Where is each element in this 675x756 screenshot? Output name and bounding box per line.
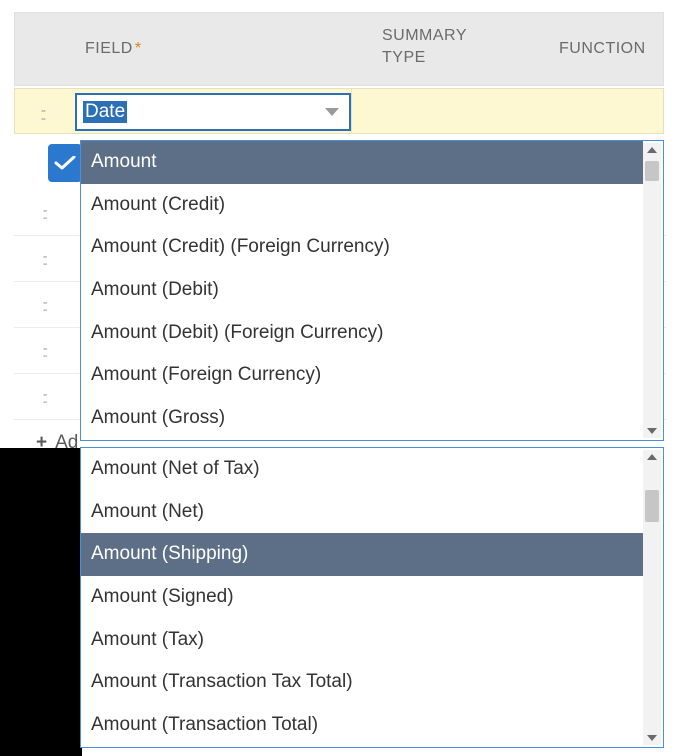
drag-handle-icon[interactable]: :: (42, 204, 45, 224)
dropdown-option[interactable]: Amount (81, 141, 643, 184)
dropdown-option[interactable]: Amount (Net) (81, 491, 643, 534)
dropdown-option[interactable]: Amount (Signed) (81, 576, 643, 619)
drag-handle-icon[interactable]: :: (42, 342, 45, 362)
scrollbar[interactable] (643, 143, 661, 438)
dropdown-option[interactable]: Amount (Debit) (Foreign Currency) (81, 312, 643, 355)
field-options-list-1: Amount Amount (Credit) Amount (Credit) (… (81, 141, 643, 440)
field-options-list-2: Amount (Net of Tax) Amount (Net) Amount … (81, 448, 643, 747)
scroll-down-icon[interactable] (647, 428, 657, 434)
scroll-up-icon[interactable] (647, 147, 657, 153)
confirm-button[interactable] (48, 144, 82, 182)
scroll-thumb[interactable] (645, 161, 659, 181)
field-dropdown-value: Date (83, 101, 127, 123)
dropdown-option[interactable]: Amount (Credit) (Foreign Currency) (81, 226, 643, 269)
dropdown-option[interactable]: Amount (Credit) (81, 184, 643, 227)
dropdown-option[interactable]: Amount (Transaction Tax Total) (81, 661, 643, 704)
active-field-row: :: Date (14, 88, 664, 134)
dropdown-option[interactable]: Amount (Tax) (81, 619, 643, 662)
chevron-down-icon (325, 108, 339, 116)
column-header-field: FIELD* (85, 40, 142, 58)
column-header-field-text: FIELD (85, 40, 133, 57)
cell-divider (351, 89, 352, 133)
check-icon (54, 156, 76, 170)
required-asterisk: * (135, 40, 142, 57)
dropdown-option[interactable]: Amount (Foreign Currency) (81, 354, 643, 397)
dropdown-option[interactable]: Amount (Shipping) (81, 533, 643, 576)
scroll-thumb[interactable] (645, 490, 659, 522)
column-header-summary-type: SUMMARY TYPE (382, 25, 467, 69)
dropdown-option[interactable]: Amount (Gross) (81, 397, 643, 440)
dropdown-option[interactable]: Amount (Debit) (81, 269, 643, 312)
drag-handle-icon[interactable]: :: (42, 388, 45, 408)
drag-handle-icon[interactable]: :: (42, 250, 45, 270)
scroll-down-icon[interactable] (647, 735, 657, 741)
columns-header-row: FIELD* SUMMARY TYPE FUNCTION (14, 12, 664, 86)
root: FIELD* SUMMARY TYPE FUNCTION :: Date :: … (0, 0, 675, 756)
drag-handle-icon[interactable]: :: (42, 296, 45, 316)
drag-handle-icon[interactable]: :: (40, 104, 44, 125)
dropdown-option[interactable]: Amount (Transaction Total) (81, 704, 643, 747)
dark-backdrop (0, 448, 82, 756)
scroll-up-icon[interactable] (647, 454, 657, 460)
dropdown-option[interactable]: Amount (Net of Tax) (81, 448, 643, 491)
field-options-popup-1: Amount Amount (Credit) Amount (Credit) (… (80, 140, 664, 441)
field-options-popup-2: Amount (Net of Tax) Amount (Net) Amount … (80, 447, 664, 748)
scrollbar[interactable] (643, 450, 661, 745)
field-dropdown[interactable]: Date (75, 93, 351, 131)
column-header-function: FUNCTION (559, 40, 646, 58)
